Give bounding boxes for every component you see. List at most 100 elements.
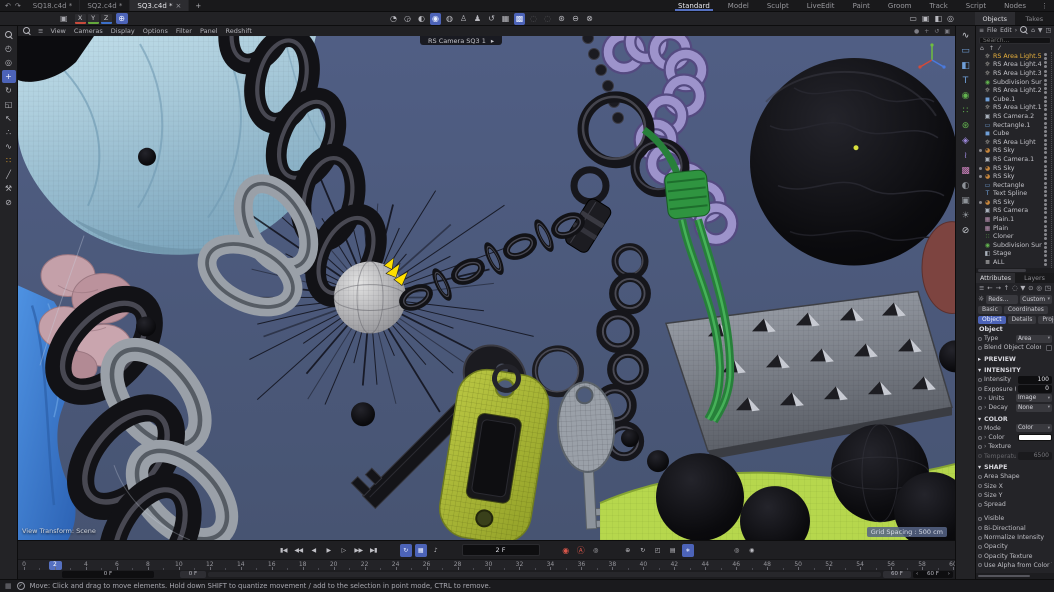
anim-dot-icon[interactable] [978,484,982,488]
layer-toggles[interactable] [1044,259,1048,266]
axis-z-button[interactable]: Z [101,14,112,24]
record-parameter-button[interactable]: ▤ [667,544,679,557]
viewport-menu-view[interactable]: View [50,27,65,35]
layer-toggles[interactable] [1044,147,1048,154]
menu-icon[interactable]: ≡ [979,27,984,34]
anim-dot-icon[interactable] [978,396,982,400]
guide-toggle-icon[interactable]: ◌ [542,13,553,25]
layer-toggles[interactable] [1044,139,1048,146]
object-row[interactable]: ≣ALL [976,258,1054,267]
live-selection-tool[interactable]: ◎ [2,56,16,69]
viewport-menu-filter[interactable]: Filter [176,27,192,35]
filter-icon[interactable]: ▼ [1020,284,1025,292]
object-row[interactable]: ◕RS Sky [976,164,1054,173]
magnet-tool-icon[interactable]: ⊛ [556,13,567,25]
magnet-snap-tool[interactable]: ⊘ [2,196,16,209]
anim-dot-icon[interactable] [978,554,982,558]
edit-render-settings-icon[interactable]: ◧ [934,14,942,23]
navigate-camera-icon[interactable]: ◔ [388,13,399,25]
gizmo-icon[interactable]: ▣ [60,14,68,23]
object-row[interactable]: ▭Rectangle.1 [976,121,1054,130]
close-tool-icon[interactable]: ⊗ [584,13,595,25]
expand-icon[interactable]: › [984,443,986,450]
panel-tab-objects[interactable]: Objects [975,12,1015,25]
track-icon[interactable]: ◎ [1036,284,1042,292]
pose-tool-icon[interactable]: ♟ [472,13,483,25]
axis-x-button[interactable]: X [75,14,86,24]
character-tool-icon[interactable]: ♙ [458,13,469,25]
cappuccino-button[interactable]: ◎ [731,544,743,557]
prop-dropdown[interactable]: Color▾ [1016,424,1052,432]
effector-tool[interactable]: ⊛ [958,119,973,133]
filter-icon[interactable]: ▼ [1038,27,1043,34]
slash-icon[interactable]: ⁄ [999,45,1000,52]
scale-tool[interactable]: ◱ [2,98,16,111]
spin-right-icon[interactable]: › [948,571,950,578]
anim-dot-icon[interactable] [978,536,982,540]
snap-toggle-icon[interactable]: ▩ [514,13,525,25]
keyframe-mode-button[interactable]: ▦ [415,544,427,557]
viewport-menu-icon[interactable]: ≡ [38,27,43,35]
render-in-view-icon[interactable]: ▭ [909,14,917,23]
uv-points-tool[interactable]: ∷ [2,154,16,167]
layout-tab-liveedit[interactable]: LiveEdit [798,0,844,11]
display-add-icon[interactable]: + [924,28,929,35]
layout-tab-sculpt[interactable]: Sculpt [758,0,798,11]
attr-tab-layers[interactable]: Layers [1015,273,1054,283]
up-icon[interactable]: ↑ [989,45,994,52]
layer-toggles[interactable] [1044,79,1048,86]
timeline-ruler[interactable]: 0246810121416182022242628303234363840424… [18,559,955,570]
layer-toggles[interactable] [1044,190,1048,197]
display-grid-icon[interactable]: ▣ [944,28,950,35]
asset-browser-icon[interactable]: ◎ [947,14,954,23]
new-tab-button[interactable]: + [189,0,207,11]
next-frame-button[interactable]: ▷ [338,544,350,557]
layer-toggles[interactable] [1044,233,1048,240]
loop-playback-button[interactable]: ↻ [400,544,412,557]
anim-dot-icon[interactable] [978,493,982,497]
spline-pen-tool[interactable]: ∿ [958,29,973,43]
text-spline-tool[interactable]: T [958,74,973,88]
render-to-picture-viewer-icon[interactable]: ▣ [922,14,930,23]
volume-tool[interactable]: ▩ [958,164,973,178]
layer-toggles[interactable] [1044,122,1048,129]
color-swatch[interactable] [1018,434,1052,441]
lock-icon[interactable]: ⊙ [1028,284,1033,292]
record-scale-button[interactable]: ◰ [652,544,664,557]
prop-dropdown[interactable]: Area▾ [1016,335,1052,343]
object-row[interactable]: ☼RS Area Light.5 [976,52,1054,61]
display-rotate-icon[interactable]: ↺ [934,28,939,35]
navigate-object-icon[interactable]: ◶ [402,13,413,25]
spin-left-icon[interactable]: ‹ [916,571,918,578]
layer-toggles[interactable] [1044,182,1048,189]
layout-tab-script[interactable]: Script [957,0,995,11]
layer-toggles[interactable] [1044,70,1048,77]
viewport-menu-cameras[interactable]: Cameras [74,27,103,35]
range-end-spinner[interactable]: ‹ 60 F › [913,571,953,578]
undo-icon[interactable]: ↶ [5,2,11,10]
layer-toggles[interactable] [1044,96,1048,103]
layout-tab-paint[interactable]: Paint [844,0,879,11]
layer-toggles[interactable] [1044,104,1048,111]
anim-dot-icon[interactable] [978,445,982,449]
search-input[interactable] [979,37,1051,44]
menu-icon[interactable]: ≡ [979,284,984,292]
anim-dot-icon[interactable] [978,475,982,479]
section-intensity[interactable]: ▾INTENSITY [978,366,1052,375]
range-end-marker[interactable]: 60 F [883,571,911,578]
expand-icon[interactable]: › [984,395,986,402]
prop-dropdown[interactable]: Image▾ [1016,394,1052,402]
prop-field[interactable]: 100 [1018,376,1052,384]
anim-dot-icon[interactable] [978,436,982,440]
layer-toggles[interactable] [1044,87,1048,94]
symmetry-tool-icon[interactable]: ↺ [486,13,497,25]
object-row[interactable]: ◕RS Sky [976,198,1054,207]
preset-dropdown[interactable]: Custom ▾ [1020,295,1052,304]
object-row[interactable]: ▦Plain [976,224,1054,233]
environment-tool[interactable]: ◐ [958,179,973,193]
prop-checkbox[interactable] [1046,345,1052,351]
layer-toggles[interactable] [1044,113,1048,120]
range-start-marker[interactable]: 0 F [180,571,206,578]
object-row[interactable]: ∷Cloner [976,232,1054,241]
section-shape[interactable]: ▾SHAPE [978,463,1052,472]
